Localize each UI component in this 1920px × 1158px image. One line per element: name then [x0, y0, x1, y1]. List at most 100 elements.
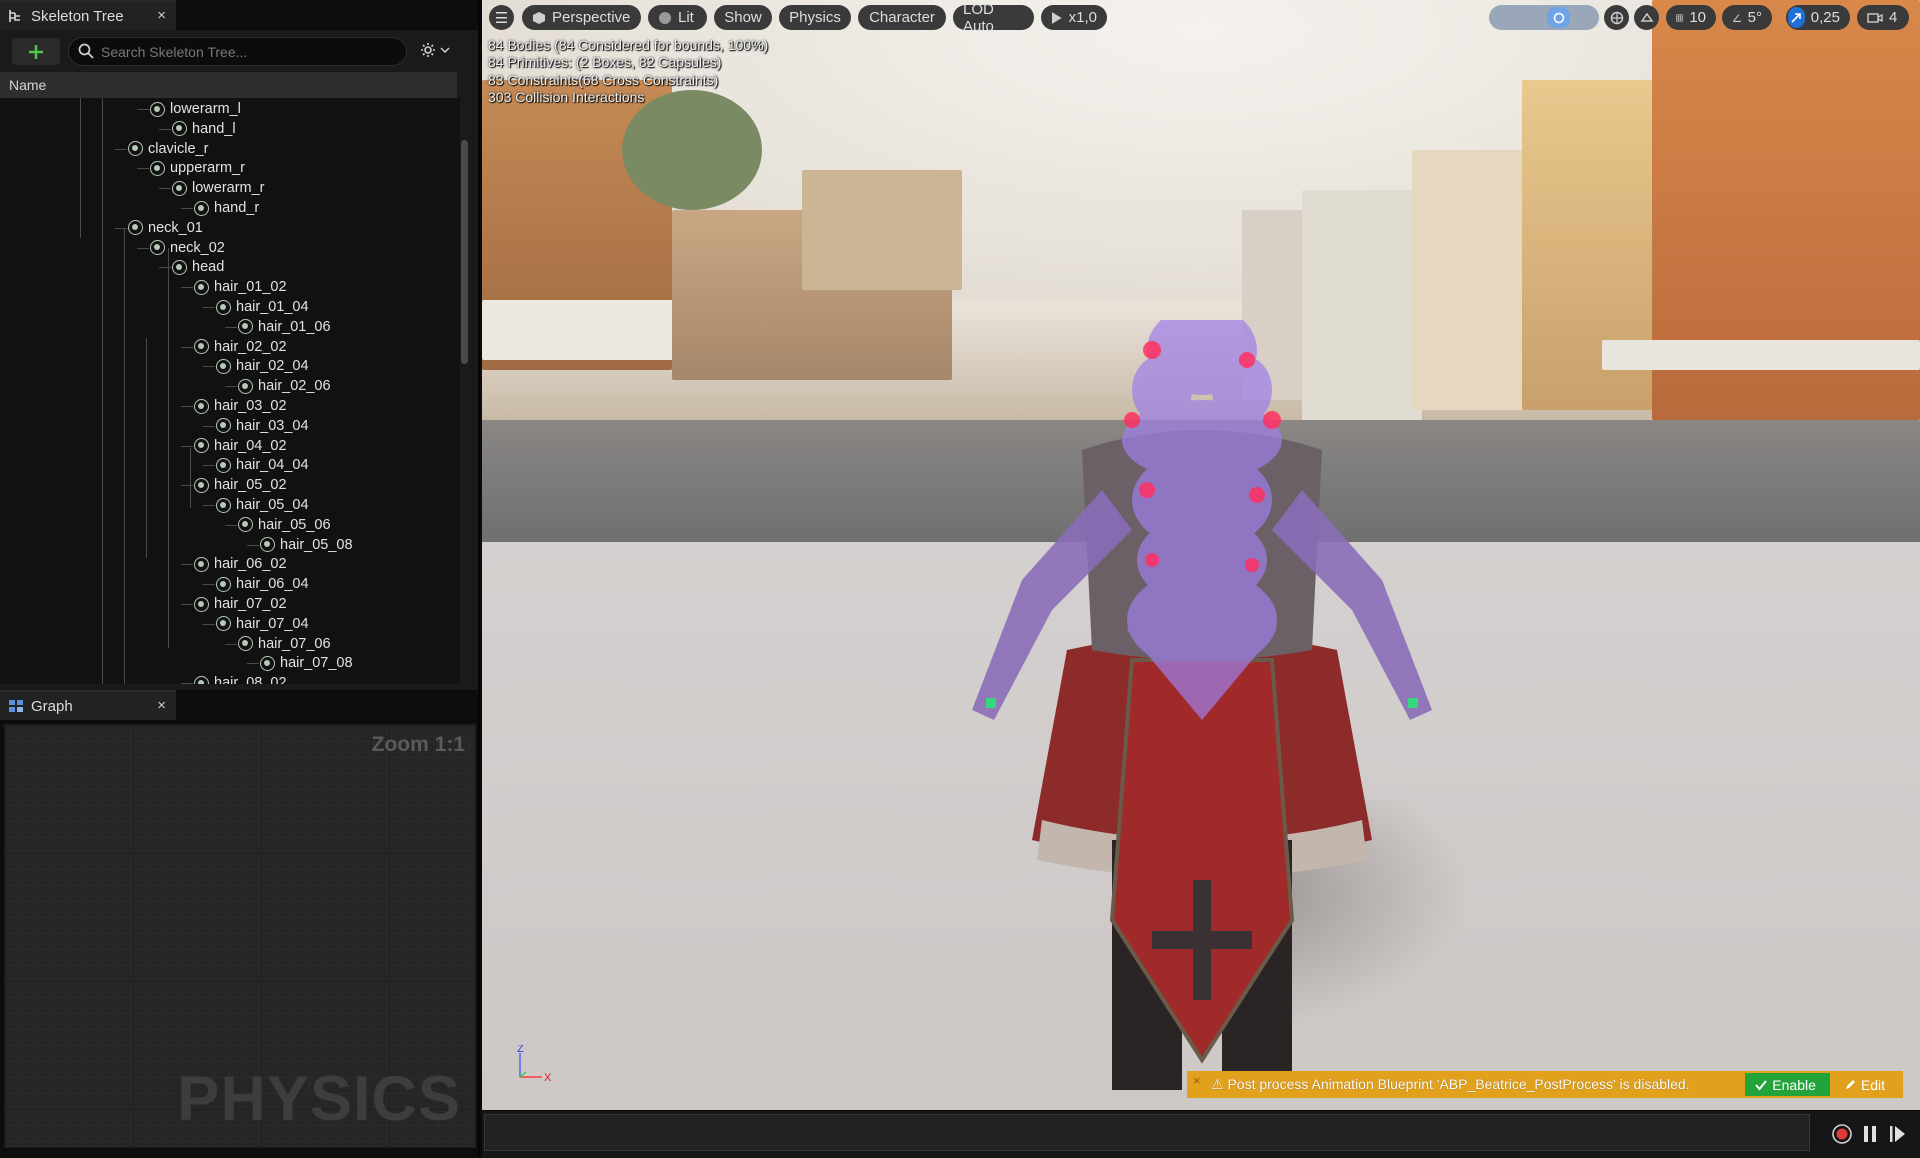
- tree-row-hair_07_04[interactable]: hair_07_04: [216, 614, 309, 634]
- surface-snap-button[interactable]: [1634, 5, 1659, 30]
- tree-row-hair_05_06[interactable]: hair_05_06: [238, 515, 331, 535]
- tree-connector: [115, 227, 127, 229]
- camera-speed-button[interactable]: 4: [1857, 5, 1909, 30]
- edit-button[interactable]: Edit: [1836, 1073, 1903, 1096]
- tree-connector: [247, 663, 259, 665]
- viewport-menu-button[interactable]: ☰: [489, 5, 514, 30]
- menu-icon: ☰: [494, 9, 509, 27]
- physics-button[interactable]: Physics: [779, 5, 851, 30]
- bone-icon: [238, 636, 253, 652]
- lod-button[interactable]: LOD Auto: [953, 1, 1034, 35]
- perspective-button[interactable]: Perspective: [522, 5, 641, 30]
- pause-icon[interactable]: [1862, 1123, 1878, 1145]
- bone-label: upperarm_r: [170, 160, 245, 177]
- character-model[interactable]: [902, 320, 1502, 1110]
- bone-label: hand_l: [192, 120, 236, 137]
- tree-row-hair_04_04[interactable]: hair_04_04: [216, 455, 309, 475]
- bone-icon: [216, 497, 231, 513]
- tree-connector: [203, 584, 215, 586]
- scale-snap-button[interactable]: 0,25: [1786, 5, 1850, 30]
- tree-row-hair_02_04[interactable]: hair_02_04: [216, 356, 309, 376]
- tree-row-hair_08_02[interactable]: hair_08_02: [194, 673, 287, 684]
- bone-icon: [194, 596, 209, 612]
- bone-icon: [150, 160, 165, 176]
- tree-connector: [181, 287, 193, 289]
- name-column-header[interactable]: Name: [0, 72, 457, 98]
- tree-row-hair_02_02[interactable]: hair_02_02: [194, 337, 287, 357]
- bone-icon: [216, 576, 231, 592]
- tree-row-hand_r[interactable]: hand_r: [194, 198, 259, 218]
- search-input[interactable]: [99, 41, 399, 63]
- rotate-icon[interactable]: [1547, 7, 1570, 28]
- sphere-icon: [659, 11, 671, 24]
- bone-icon: [216, 418, 231, 434]
- bone-icon: [216, 358, 231, 374]
- close-icon[interactable]: ×: [157, 697, 166, 714]
- bone-icon: [128, 141, 143, 157]
- lit-button[interactable]: Lit: [648, 5, 707, 30]
- tree-row-hair_04_02[interactable]: hair_04_02: [194, 436, 287, 456]
- tree-scrollbar[interactable]: [461, 140, 468, 364]
- bone-label: head: [192, 259, 225, 276]
- tree-row-lowerarm_l[interactable]: lowerarm_l: [150, 99, 241, 119]
- settings-dropdown[interactable]: [420, 42, 450, 58]
- enable-button[interactable]: Enable: [1745, 1073, 1830, 1096]
- close-icon[interactable]: ×: [157, 7, 166, 24]
- angle-snap-button[interactable]: 5°: [1722, 5, 1772, 30]
- tree-row-hair_03_02[interactable]: hair_03_02: [194, 396, 287, 416]
- play-icon: [1051, 11, 1062, 24]
- skeleton-tree-icon: [7, 7, 25, 25]
- tree-row-hair_01_02[interactable]: hair_01_02: [194, 277, 287, 297]
- viewport[interactable]: ☰ Perspective Lit Show Physics Character…: [482, 0, 1920, 1110]
- graph-canvas[interactable]: Zoom 1:1 PHYSICS: [4, 724, 476, 1148]
- play-speed-button[interactable]: x1,0: [1041, 5, 1107, 30]
- tree-connector: [225, 326, 237, 328]
- tree-connector: [181, 406, 193, 407]
- step-forward-icon[interactable]: [1889, 1123, 1907, 1145]
- bone-label: hair_02_02: [214, 338, 287, 355]
- show-button[interactable]: Show: [714, 5, 772, 30]
- axis-z-label: Z: [517, 1045, 524, 1055]
- record-icon[interactable]: [1831, 1123, 1853, 1145]
- bone-label: hair_06_04: [236, 576, 309, 593]
- bone-label: hair_01_02: [214, 279, 287, 296]
- tree-row-hand_l[interactable]: hand_l: [172, 119, 236, 139]
- tab-graph[interactable]: Graph ×: [0, 690, 176, 720]
- tree-connector: [203, 307, 215, 308]
- bone-icon: [194, 279, 209, 295]
- chevron-down-icon: [440, 47, 450, 54]
- bone-label: hair_02_04: [236, 358, 309, 375]
- physics-stats: 84 Bodies (84 Considered for bounds, 100…: [488, 37, 768, 107]
- tree-row-hair_01_04[interactable]: hair_01_04: [216, 297, 309, 317]
- tree-row-hair_06_04[interactable]: hair_06_04: [216, 574, 309, 594]
- tree-row-hair_07_02[interactable]: hair_07_02: [194, 594, 287, 614]
- tree-row-hair_05_08[interactable]: hair_05_08: [260, 535, 353, 555]
- tree-row-neck_02[interactable]: neck_02: [150, 238, 225, 258]
- tree-row-hair_06_02[interactable]: hair_06_02: [194, 554, 287, 574]
- tree-row-neck_01[interactable]: neck_01: [128, 218, 203, 238]
- tree-row-hair_05_02[interactable]: hair_05_02: [194, 475, 287, 495]
- tree-row-head[interactable]: head: [172, 257, 224, 277]
- tree-row-hair_01_06[interactable]: hair_01_06: [238, 317, 331, 337]
- tree-row-hair_07_08[interactable]: hair_07_08: [260, 653, 353, 673]
- add-button[interactable]: [12, 38, 60, 65]
- timeline-track[interactable]: [484, 1114, 1810, 1151]
- bone-label: neck_02: [170, 239, 225, 256]
- world-space-button[interactable]: [1604, 5, 1629, 30]
- tree-row-upperarm_r[interactable]: upperarm_r: [150, 158, 245, 178]
- bone-icon: [238, 378, 253, 394]
- tab-skeleton-tree[interactable]: Skeleton Tree ×: [0, 0, 176, 30]
- tree-row-hair_07_06[interactable]: hair_07_06: [238, 634, 331, 654]
- tree-row-lowerarm_r[interactable]: lowerarm_r: [172, 178, 265, 198]
- grid-snap-button[interactable]: 10: [1666, 5, 1716, 30]
- character-button[interactable]: Character: [858, 5, 946, 30]
- transform-tools[interactable]: [1489, 5, 1599, 30]
- globe-icon: [1610, 11, 1623, 24]
- stat-constraints: 83 Constraints(68 Cross Constraints): [488, 71, 719, 88]
- lod-label: LOD Auto: [963, 0, 994, 35]
- tree-row-clavicle_r[interactable]: clavicle_r: [128, 139, 208, 159]
- tree-row-hair_05_04[interactable]: hair_05_04: [216, 495, 309, 515]
- tree-row-hair_02_06[interactable]: hair_02_06: [238, 376, 331, 396]
- tree-row-hair_03_04[interactable]: hair_03_04: [216, 416, 309, 436]
- warning-close-icon[interactable]: ×: [1193, 1073, 1201, 1088]
